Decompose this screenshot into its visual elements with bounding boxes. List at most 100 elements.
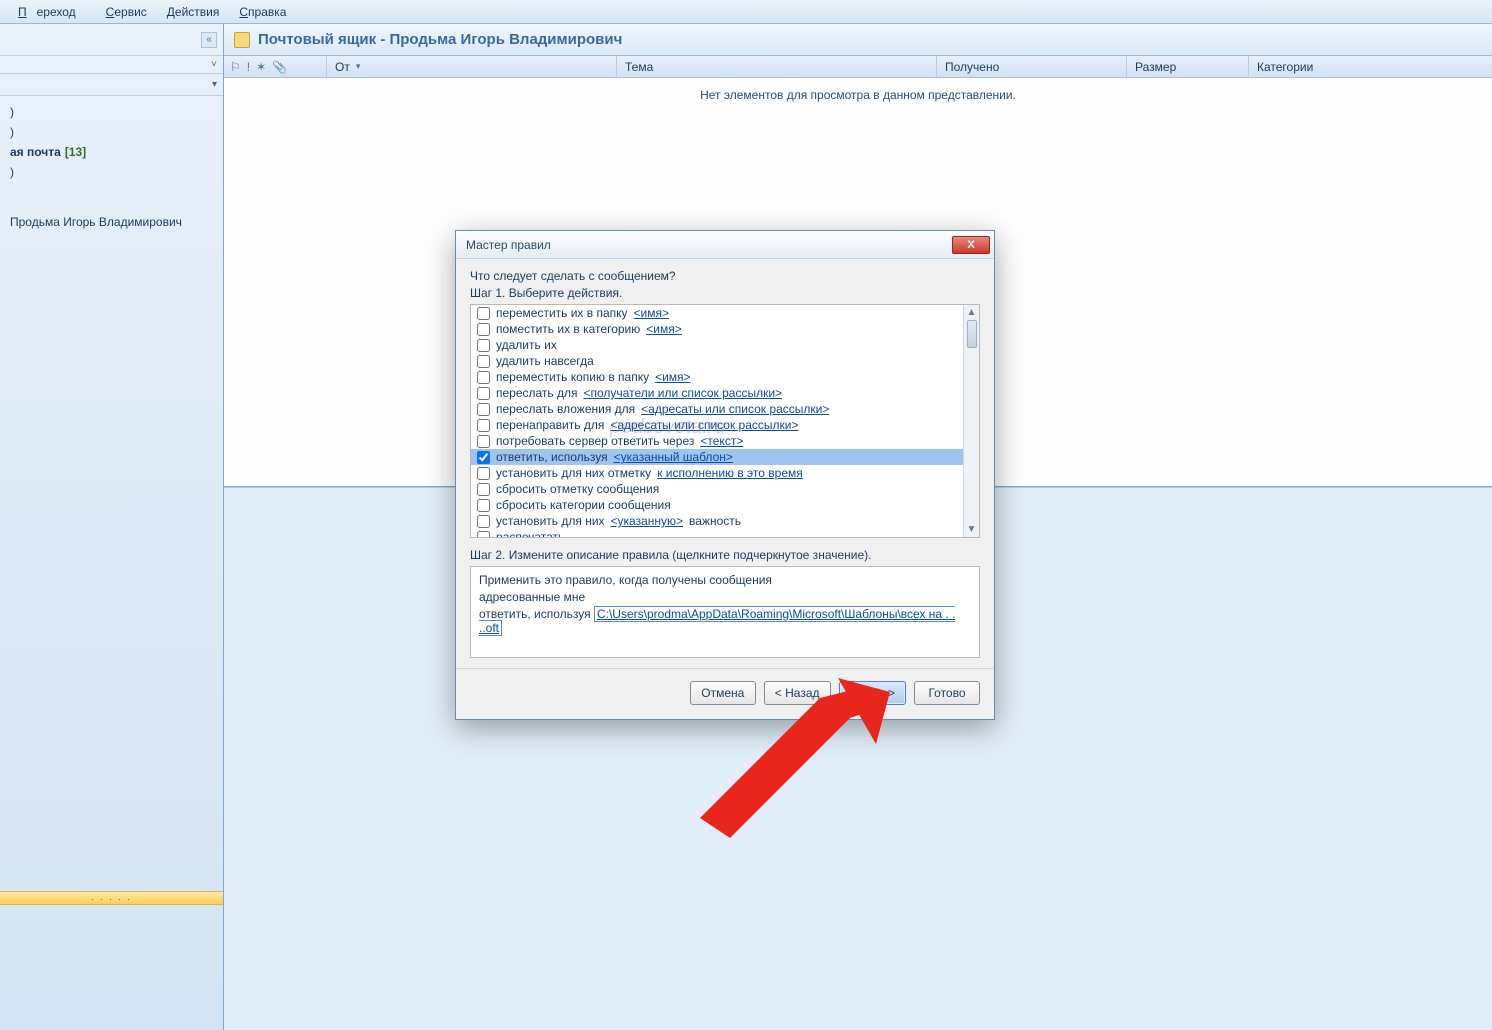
empty-list-text: Нет элементов для просмотра в данном пре… — [224, 78, 1492, 112]
menu-actions[interactable]: Действия — [157, 5, 230, 19]
folder-label: ая почта — [10, 145, 61, 159]
column-categories[interactable]: Категории — [1248, 56, 1492, 77]
scroll-up-icon[interactable]: ▲ — [967, 307, 977, 318]
action-row[interactable]: удалить их — [471, 337, 963, 353]
folder-item[interactable]: ) — [4, 162, 219, 182]
next-button[interactable]: Далее > — [839, 681, 907, 705]
importance-icon[interactable]: ⚐ — [230, 60, 241, 74]
sidebar-collapse-row: « — [0, 24, 223, 56]
icon-icon[interactable]: ✶ — [256, 60, 266, 74]
action-param-link[interactable]: <адресаты или список рассылки> — [641, 402, 829, 416]
action-label: потребовать сервер ответить через — [496, 434, 694, 448]
column-received[interactable]: Получено — [936, 56, 1126, 77]
action-row[interactable]: сбросить отметку сообщения — [471, 481, 963, 497]
action-checkbox[interactable] — [477, 355, 490, 368]
menu-go[interactable]: Переходdocument.currentScript.previousEl… — [8, 5, 96, 19]
action-param-link[interactable]: <получатели или список рассылки> — [584, 386, 783, 400]
folder-inbox[interactable]: ая почта [13] — [4, 142, 219, 162]
navigation-pane: « ˅ ▾ ) ) ая почта [13] ) Продьма Игорь … — [0, 24, 224, 1030]
action-param-link[interactable]: <адресаты или список рассылки> — [610, 418, 798, 432]
action-checkbox[interactable] — [477, 531, 490, 538]
collapse-sidebar-icon[interactable]: « — [201, 32, 217, 48]
action-label: ответить, используя — [496, 450, 608, 464]
action-param-link[interactable]: <указанный шаблон> — [614, 450, 733, 464]
action-param-link[interactable]: <текст> — [700, 434, 743, 448]
action-row[interactable]: установить для них <указанную> важность — [471, 513, 963, 529]
action-label: удалить навсегда — [496, 354, 594, 368]
page-title: Почтовый ящик - Продьма Игорь Владимиров… — [258, 31, 622, 48]
mailbox-icon — [234, 32, 250, 48]
rule-description-box: Применить это правило, когда получены со… — [470, 566, 980, 658]
action-label: установить для них — [496, 514, 605, 528]
action-label: переслать вложения для — [496, 402, 635, 416]
folder-item[interactable]: ) — [4, 102, 219, 122]
menu-help[interactable]: Справка — [229, 5, 296, 19]
finish-button[interactable]: Готово — [914, 681, 980, 705]
folder-item[interactable]: ) — [4, 122, 219, 142]
folder-title-bar: Почтовый ящик - Продьма Игорь Владимиров… — [224, 24, 1492, 56]
menu-service[interactable]: Сервис — [96, 5, 157, 19]
attachment-icon[interactable]: 📎 — [272, 60, 287, 74]
scroll-down-icon[interactable]: ▼ — [967, 524, 977, 535]
action-row[interactable]: переместить копию в папку <имя> — [471, 369, 963, 385]
action-row[interactable]: установить для них отметку к исполнению … — [471, 465, 963, 481]
action-checkbox[interactable] — [477, 307, 490, 320]
action-label: сбросить отметку сообщения — [496, 482, 659, 496]
action-row[interactable]: потребовать сервер ответить через <текст… — [471, 433, 963, 449]
step2-label: Шаг 2. Измените описание правила (щелкни… — [470, 548, 980, 562]
action-row[interactable]: переслать вложения для <адресаты или спи… — [471, 401, 963, 417]
action-checkbox[interactable] — [477, 323, 490, 336]
column-from[interactable]: От — [326, 56, 616, 77]
sidebar-expander[interactable]: ˅ — [0, 56, 223, 74]
action-checkbox[interactable] — [477, 419, 490, 432]
action-checkbox[interactable] — [477, 515, 490, 528]
actions-list-container: переместить их в папку <имя>поместить их… — [470, 304, 980, 538]
action-param-link[interactable]: <указанную> — [611, 514, 684, 528]
rules-wizard-dialog: Мастер правил X Что следует сделать с со… — [455, 230, 995, 720]
action-checkbox[interactable] — [477, 435, 490, 448]
desc-line-1: Применить это правило, когда получены со… — [479, 573, 971, 587]
action-label: удалить их — [496, 338, 557, 352]
dialog-question: Что следует сделать с сообщением? — [470, 269, 980, 283]
step1-label: Шаг 1. Выберите действия. — [470, 286, 980, 300]
action-checkbox[interactable] — [477, 451, 490, 464]
action-checkbox[interactable] — [477, 371, 490, 384]
action-checkbox[interactable] — [477, 499, 490, 512]
action-row[interactable]: поместить их в категорию <имя> — [471, 321, 963, 337]
cancel-button[interactable]: Отмена — [690, 681, 756, 705]
action-checkbox[interactable] — [477, 339, 490, 352]
action-row[interactable]: переслать для <получатели или список рас… — [471, 385, 963, 401]
action-checkbox[interactable] — [477, 467, 490, 480]
folder-user-mailbox[interactable]: Продьма Игорь Владимирович — [4, 212, 219, 232]
action-label: распечатать — [496, 530, 564, 537]
column-subject[interactable]: Тема — [616, 56, 936, 77]
action-row[interactable]: удалить навсегда — [471, 353, 963, 369]
scroll-thumb[interactable] — [967, 320, 977, 348]
action-label: переместить их в папку — [496, 306, 628, 320]
action-param-link[interactable]: к исполнению в это время — [657, 466, 803, 480]
column-flags: ⚐ ! ✶ 📎 — [224, 60, 326, 74]
action-row[interactable]: сбросить категории сообщения — [471, 497, 963, 513]
action-checkbox[interactable] — [477, 387, 490, 400]
action-checkbox[interactable] — [477, 403, 490, 416]
action-label: перенаправить для — [496, 418, 604, 432]
column-size[interactable]: Размер — [1126, 56, 1248, 77]
action-param-link[interactable]: <имя> — [655, 370, 690, 384]
action-param-link[interactable]: <имя> — [646, 322, 681, 336]
close-button[interactable]: X — [952, 236, 990, 254]
action-row[interactable]: ответить, используя <указанный шаблон> — [471, 449, 963, 465]
column-headers: ⚐ ! ✶ 📎 От Тема Получено Размер Категори… — [224, 56, 1492, 78]
desc-line-2: адресованные мне — [479, 590, 971, 604]
actions-list[interactable]: переместить их в папку <имя>поместить их… — [471, 305, 963, 537]
action-param-link[interactable]: <имя> — [634, 306, 669, 320]
action-checkbox[interactable] — [477, 483, 490, 496]
sidebar-dropdown[interactable]: ▾ — [0, 74, 223, 96]
back-button[interactable]: < Назад — [764, 681, 831, 705]
action-row[interactable]: перенаправить для <адресаты или список р… — [471, 417, 963, 433]
sidebar-grip[interactable]: . . . . . — [0, 891, 223, 905]
action-row[interactable]: распечатать — [471, 529, 963, 537]
actions-scrollbar[interactable]: ▲ ▼ — [963, 305, 979, 537]
action-row[interactable]: переместить их в папку <имя> — [471, 305, 963, 321]
desc-line-3: ответить, используя C:\Users\prodma\AppD… — [479, 607, 971, 635]
reminder-icon[interactable]: ! — [247, 60, 250, 74]
